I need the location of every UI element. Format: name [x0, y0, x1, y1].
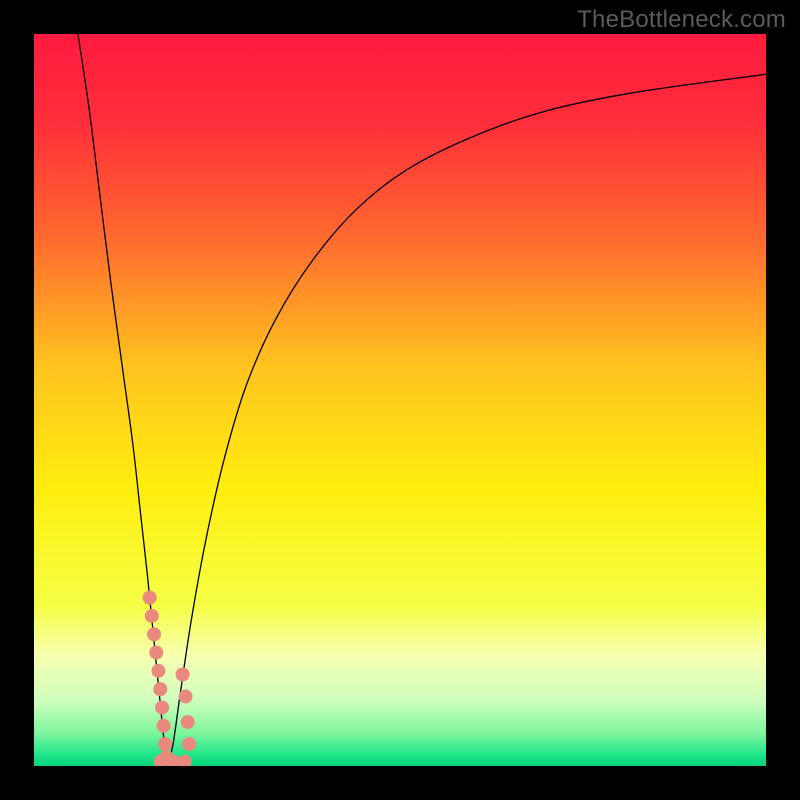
marker-markers-right-cluster	[179, 689, 193, 703]
marker-markers-left-cluster	[155, 700, 169, 714]
marker-markers-right-cluster	[182, 737, 196, 751]
chart-canvas	[34, 34, 766, 766]
marker-markers-left-cluster	[158, 737, 172, 751]
chart-frame: TheBottleneck.com	[0, 0, 800, 800]
marker-markers-left-cluster	[147, 627, 161, 641]
marker-markers-left-cluster	[149, 646, 163, 660]
marker-markers-right-cluster	[181, 715, 195, 729]
marker-markers-left-cluster	[143, 591, 157, 605]
marker-markers-left-cluster	[145, 609, 159, 623]
marker-markers-left-cluster	[151, 664, 165, 678]
watermark-text: TheBottleneck.com	[577, 6, 786, 34]
marker-markers-left-cluster	[153, 682, 167, 696]
marker-markers-left-cluster	[157, 719, 171, 733]
chart-background	[34, 34, 766, 766]
plot-area	[34, 34, 766, 766]
marker-markers-right-cluster	[176, 668, 190, 682]
